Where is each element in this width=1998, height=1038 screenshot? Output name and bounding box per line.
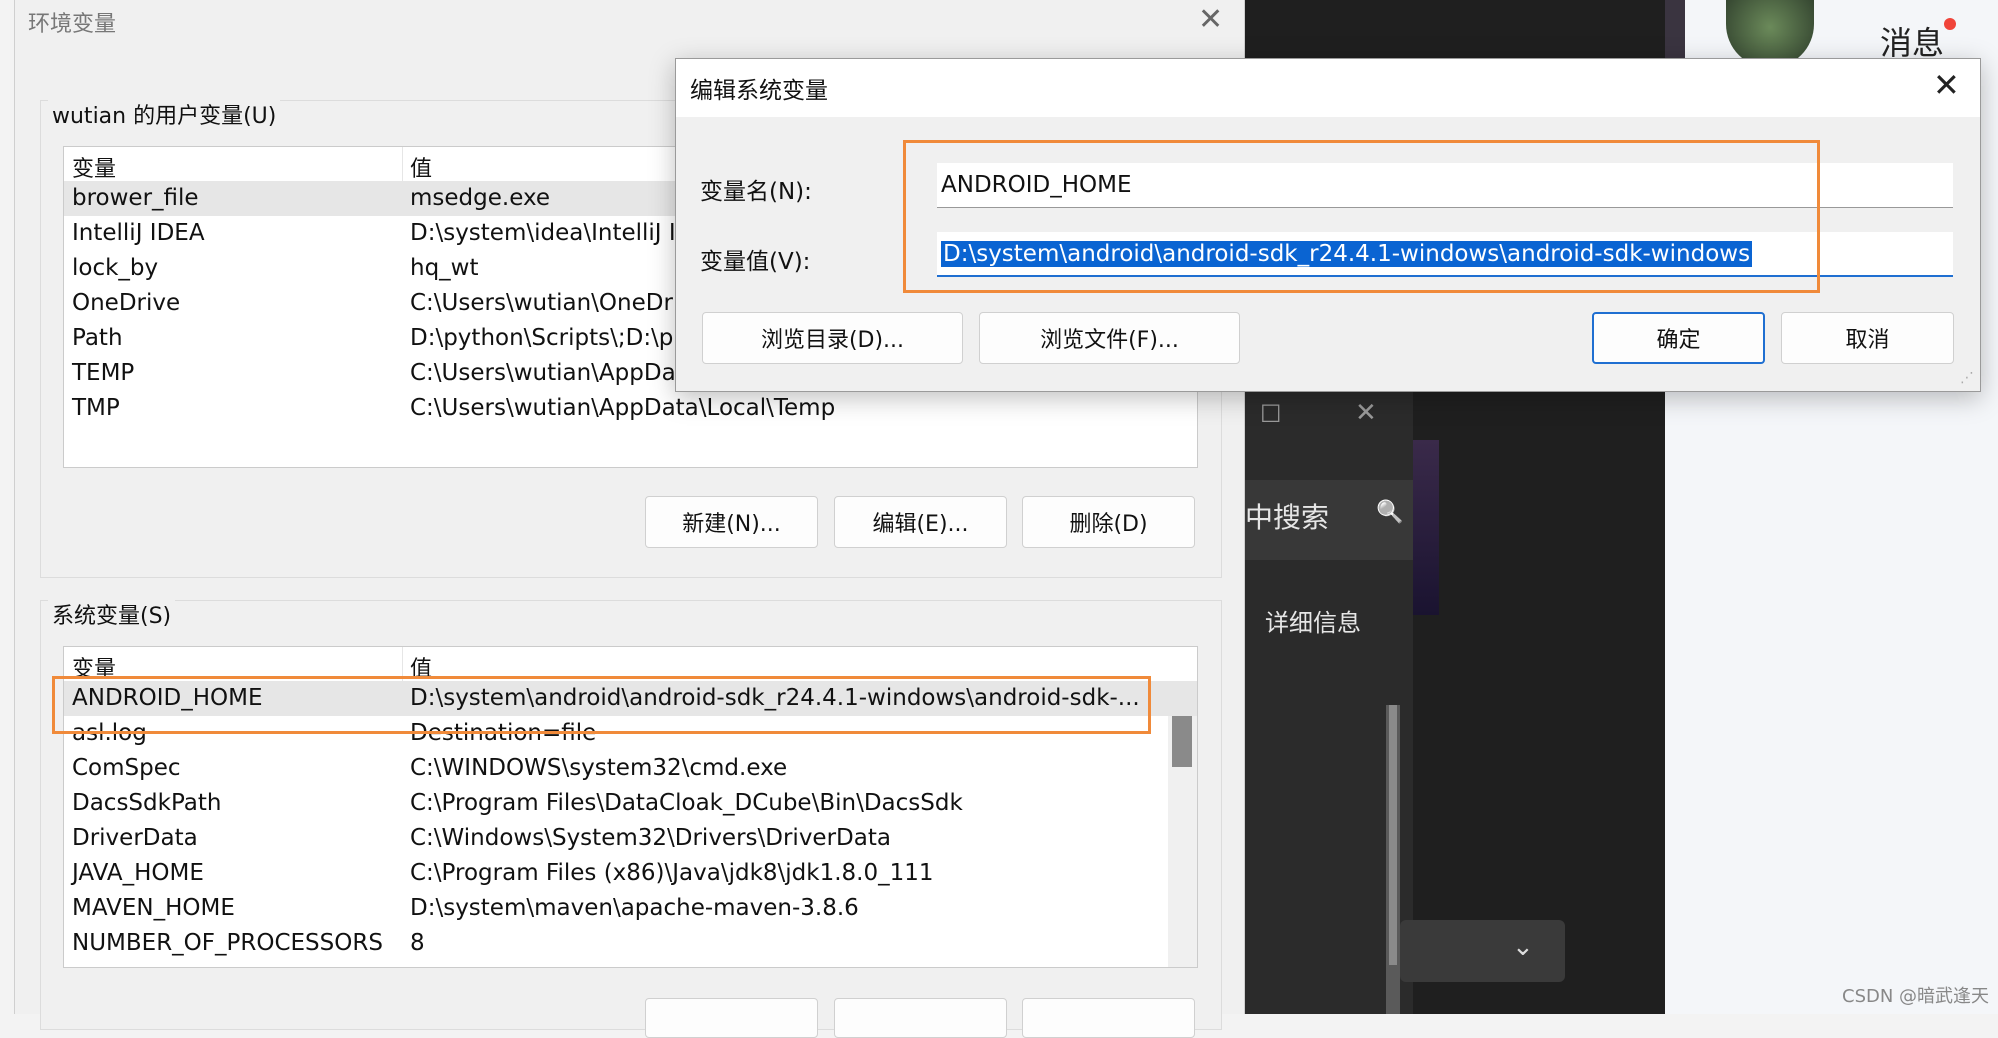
row-variable-name: DacsSdkPath [72, 790, 222, 816]
row-variable-value: C:\Program Files (x86)\Java\jdk8\jdk1.8.… [410, 860, 934, 886]
user-delete-button[interactable]: 删除(D) [1022, 496, 1195, 548]
highlight-annotation [52, 676, 1151, 734]
row-variable-value: D:\python\Scripts\;D:\p [410, 325, 674, 351]
row-variable-name: IntelliJ IDEA [72, 220, 205, 246]
dialog-titlebar [676, 59, 1980, 117]
table-row[interactable]: NUMBER_OF_PROCESSORS 8 [64, 926, 1197, 961]
table-row[interactable]: DacsSdkPath C:\Program Files\DataCloak_DC… [64, 786, 1197, 821]
dialog-title: 编辑系统变量 [690, 78, 828, 104]
search-icon[interactable]: 🔍 [1376, 500, 1403, 525]
user-new-button[interactable]: 新建(N)... [645, 496, 818, 548]
row-variable-value: D:\system\maven\apache-maven-3.8.6 [410, 895, 859, 921]
user-edit-button[interactable]: 编辑(E)... [834, 496, 1007, 548]
table-row[interactable]: JAVA_HOME C:\Program Files (x86)\Java\jdk… [64, 856, 1197, 891]
notification-badge [1944, 18, 1956, 30]
row-variable-value: C:\WINDOWS\system32\cmd.exe [410, 755, 788, 781]
system-new-button[interactable] [645, 998, 818, 1038]
user-variables-label: wutian 的用户变量(U) [48, 98, 281, 130]
ok-button[interactable]: 确定 [1592, 312, 1765, 364]
chevron-down-icon[interactable]: ⌄ [1512, 932, 1534, 962]
column-header-value[interactable]: 值 [410, 151, 432, 183]
row-variable-value: hq_wt [410, 255, 479, 281]
cancel-button[interactable]: 取消 [1781, 312, 1954, 364]
window-title: 环境变量 [28, 12, 117, 37]
browse-directory-button[interactable]: 浏览目录(D)... [702, 312, 963, 364]
row-variable-name: JAVA_HOME [72, 860, 204, 886]
row-variable-value: C:\Users\wutian\OneDr [410, 290, 673, 316]
row-variable-value: D:\system\idea\IntelliJ I [410, 220, 676, 246]
watermark: CSDN @暗武逢天 [1842, 986, 1990, 1007]
close-icon[interactable]: ✕ [1355, 398, 1377, 428]
row-variable-value: 8 [410, 930, 425, 956]
row-variable-value: C:\Users\wutian\AppDa [410, 360, 676, 386]
variable-name-label: 变量名(N): [700, 179, 812, 205]
row-variable-value: C:\Program Files\DataCloak_DCube\Bin\Dac… [410, 790, 963, 816]
table-row[interactable]: ComSpec C:\WINDOWS\system32\cmd.exe [64, 751, 1197, 786]
close-icon[interactable]: ✕ [1198, 2, 1223, 37]
resize-grip[interactable]: ⋰ [1960, 370, 1974, 386]
column-header-name[interactable]: 变量 [72, 151, 116, 183]
row-variable-name: brower_file [72, 185, 199, 211]
row-variable-value: msedge.exe [410, 185, 550, 211]
table-row[interactable]: DriverData C:\Windows\System32\Drivers\Dr… [64, 821, 1197, 856]
row-variable-value: C:\Users\wutian\AppData\Local\Temp [410, 395, 836, 421]
dark-dropdown[interactable] [1400, 920, 1565, 982]
maximize-icon[interactable]: ☐ [1260, 400, 1282, 428]
dark-search-text: 中搜索 [1245, 501, 1330, 534]
close-icon[interactable]: ✕ [1933, 66, 1960, 104]
details-link[interactable]: 详细信息 [1265, 603, 1361, 638]
highlight-annotation [903, 140, 1820, 293]
variable-value-label: 变量值(V): [700, 249, 811, 275]
row-variable-name: TMP [72, 395, 120, 421]
background-app-thumbnail [1665, 0, 1685, 60]
thumbnail-image [1413, 440, 1439, 615]
system-variables-label: 系统变量(S) [48, 598, 176, 630]
row-variable-name: ComSpec [72, 755, 181, 781]
system-delete-button[interactable] [1022, 998, 1195, 1038]
browse-file-button[interactable]: 浏览文件(F)... [979, 312, 1240, 364]
row-variable-name: MAVEN_HOME [72, 895, 235, 921]
row-variable-value: C:\Windows\System32\Drivers\DriverData [410, 825, 891, 851]
dark-scrollbar-thumb[interactable] [1389, 705, 1397, 965]
row-variable-name: NUMBER_OF_PROCESSORS [72, 930, 383, 956]
row-variable-name: TEMP [72, 360, 135, 386]
row-variable-name: lock_by [72, 255, 159, 281]
system-edit-button[interactable] [834, 998, 1007, 1038]
row-variable-name: Path [72, 325, 123, 351]
table-row[interactable]: TMP C:\Users\wutian\AppData\Local\Temp [64, 391, 1197, 426]
row-variable-name: OneDrive [72, 290, 181, 316]
row-variable-name: DriverData [72, 825, 198, 851]
table-row[interactable]: MAVEN_HOME D:\system\maven\apache-maven-3… [64, 891, 1197, 926]
